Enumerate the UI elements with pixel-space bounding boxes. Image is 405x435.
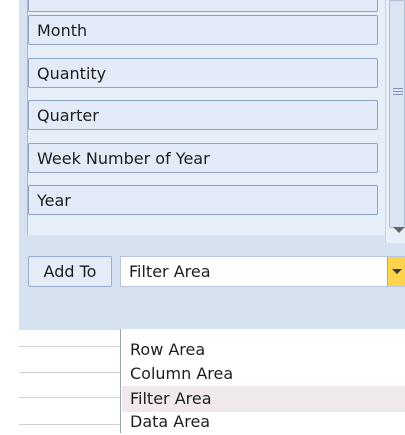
field-item-year[interactable]: Year (28, 185, 378, 215)
combobox-dropdown-button[interactable] (387, 257, 405, 286)
grid-divider (19, 346, 120, 347)
dropdown-item-data-area[interactable]: Data Area (122, 409, 405, 435)
scroll-grip-icon (393, 91, 403, 92)
field-item-quantity[interactable]: Quantity (28, 58, 378, 88)
scroll-down-arrow-icon[interactable] (393, 227, 405, 233)
dropdown-item-column-area[interactable]: Column Area (122, 361, 405, 387)
chevron-down-icon (392, 269, 402, 274)
scroll-grip-icon (393, 94, 403, 95)
combobox-selected-value: Filter Area (129, 262, 211, 281)
dropdown-item-row-area[interactable]: Row Area (122, 337, 405, 363)
grid-divider (19, 372, 120, 373)
scroll-grip-icon (393, 88, 403, 89)
add-to-area-combobox[interactable]: Filter Area (120, 256, 405, 287)
field-item-quarter[interactable]: Quarter (28, 100, 378, 130)
add-to-button[interactable]: Add To (28, 256, 112, 287)
grid-divider (19, 397, 120, 398)
area-dropdown-list: Row Area Column Area Filter Area Data Ar… (120, 329, 405, 433)
field-item-month[interactable]: Month (28, 15, 378, 45)
scrollbar-thumb[interactable] (389, 0, 405, 228)
grid-divider (19, 424, 120, 425)
field-item-partial[interactable] (28, 0, 378, 12)
field-item-week-number-of-year[interactable]: Week Number of Year (28, 143, 378, 173)
